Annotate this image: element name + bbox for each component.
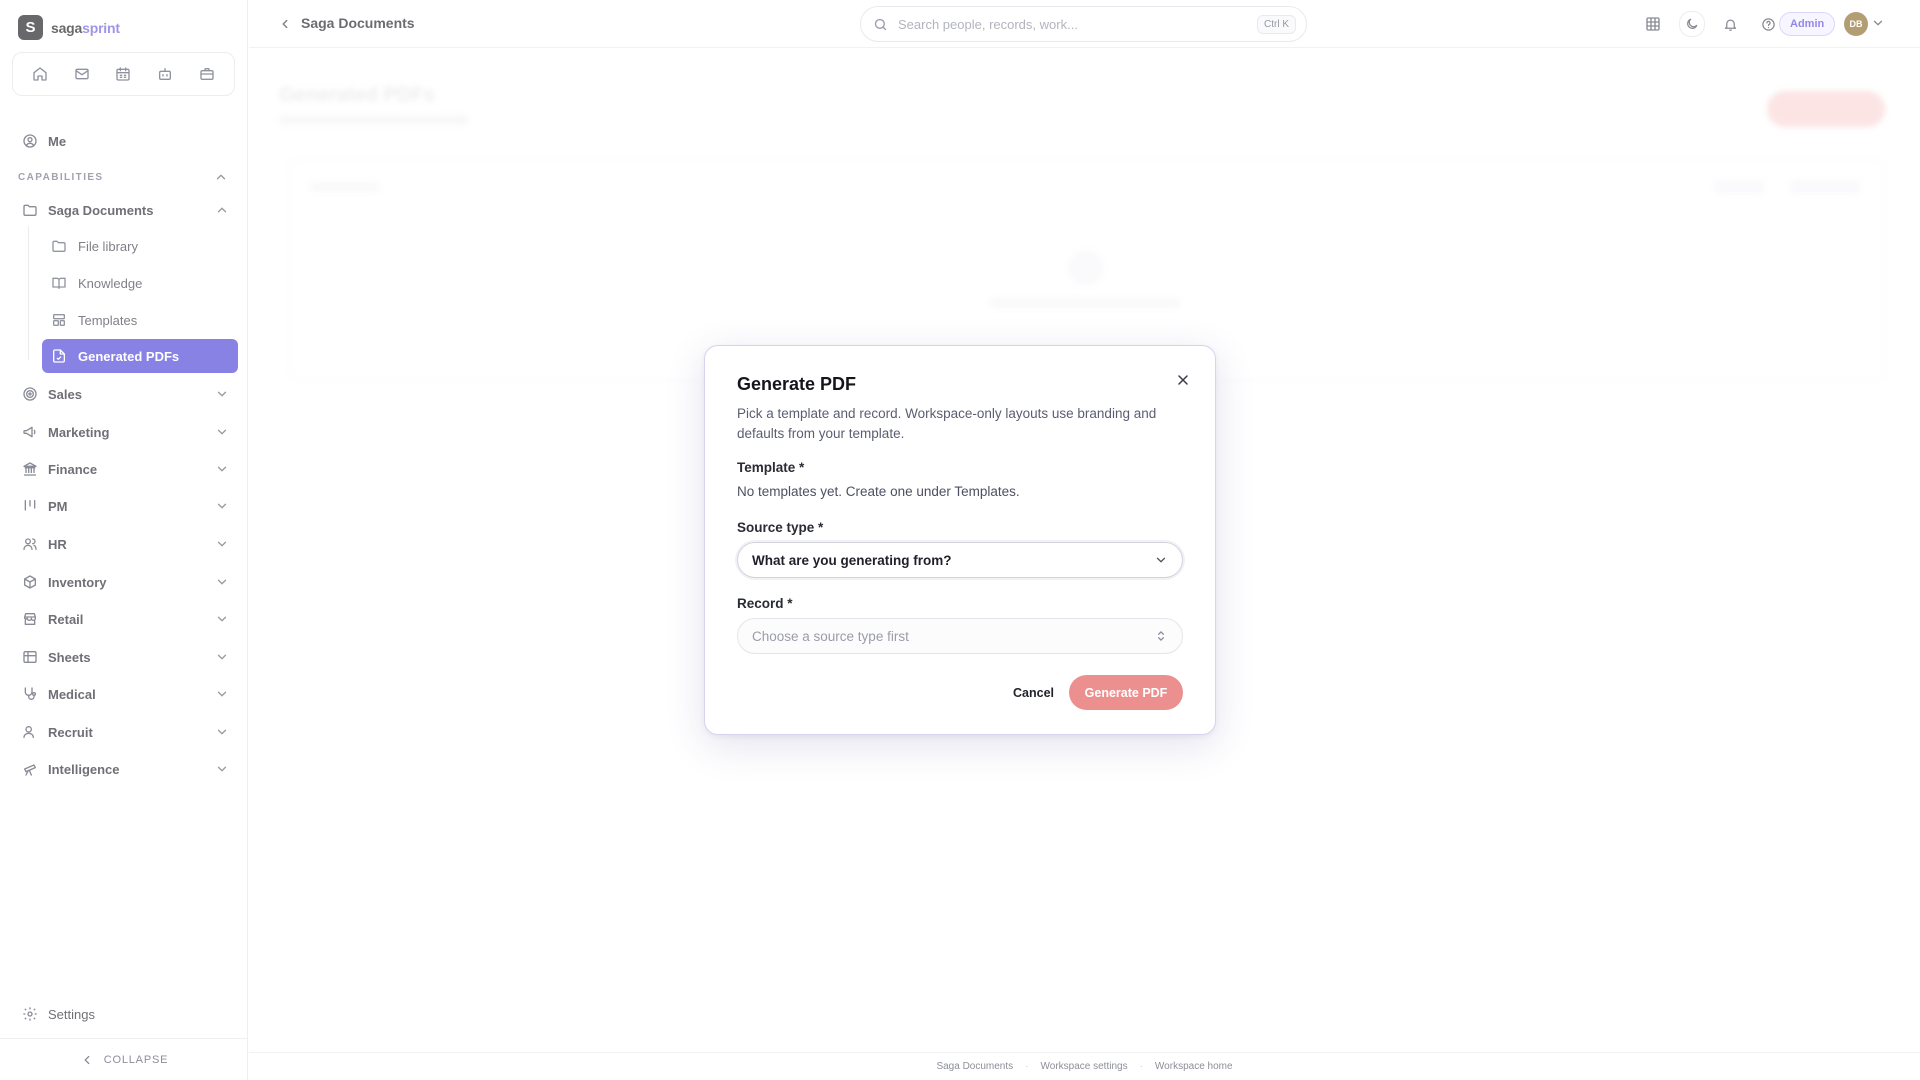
record-placeholder: Choose a source type first: [752, 628, 909, 644]
generate-pdf-button[interactable]: Generate PDF: [1069, 675, 1183, 710]
source-type-select[interactable]: What are you generating from?: [737, 542, 1183, 578]
close-icon[interactable]: [1171, 368, 1195, 392]
generate-pdf-dialog: Generate PDF Pick a template and record.…: [704, 345, 1216, 735]
dialog-description: Pick a template and record. Workspace-on…: [737, 406, 1157, 441]
template-label: Template *: [737, 460, 805, 475]
template-empty-note: No templates yet. Create one under Templ…: [737, 484, 1020, 499]
record-label: Record *: [737, 596, 793, 611]
chevron-down-icon: [1154, 553, 1168, 567]
record-select[interactable]: Choose a source type first: [737, 618, 1183, 654]
chevron-up-down-icon: [1154, 629, 1168, 643]
dialog-title: Generate PDF: [737, 374, 857, 394]
source-type-value: What are you generating from?: [752, 552, 952, 568]
cancel-button[interactable]: Cancel: [1001, 676, 1066, 710]
source-type-label: Source type *: [737, 520, 824, 535]
